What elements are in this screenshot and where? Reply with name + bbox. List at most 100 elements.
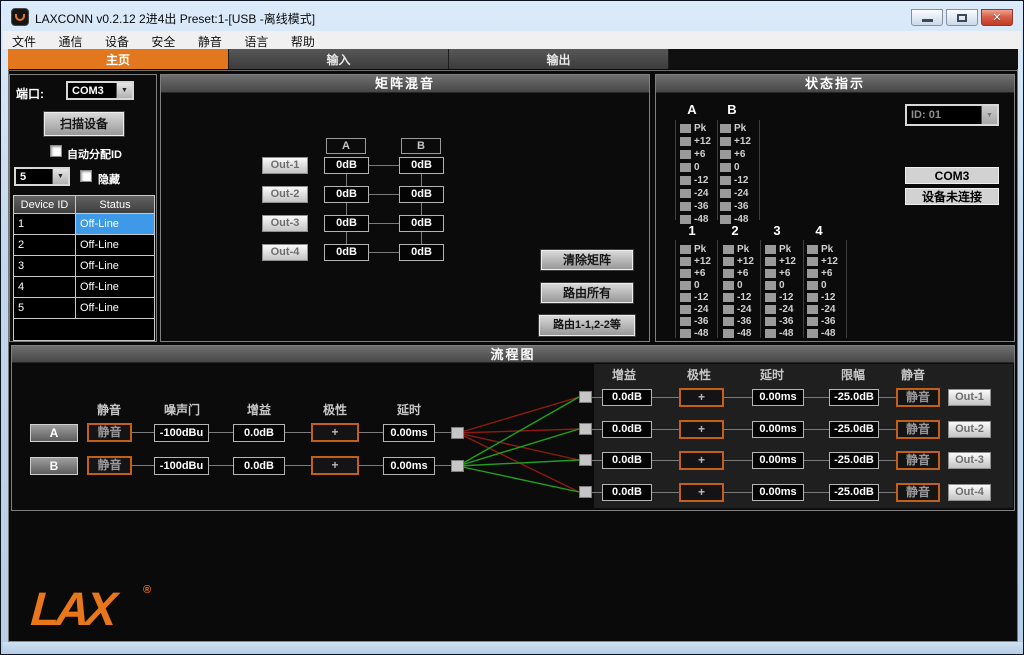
output-2-mute-button[interactable]: 静音 <box>896 420 940 439</box>
output-4-polarity-button[interactable]: + <box>679 483 724 502</box>
matrix-cell-b3[interactable]: 0dB <box>399 215 444 232</box>
output-1-gain-value[interactable]: 0.0dB <box>602 389 652 406</box>
hide-checkbox[interactable] <box>80 170 92 182</box>
matrix-cell-a1[interactable]: 0dB <box>324 157 369 174</box>
output-3-delay-value[interactable]: 0.00ms <box>752 452 804 469</box>
input-a-polarity-button[interactable]: + <box>311 423 359 442</box>
output-1-delay-value[interactable]: 0.00ms <box>752 389 804 406</box>
output-1-button[interactable]: Out-1 <box>948 389 991 406</box>
table-row[interactable]: 4 Off-Line <box>14 277 154 298</box>
tab-input[interactable]: 输入 <box>229 49 449 69</box>
output-4-button[interactable]: Out-4 <box>948 484 991 501</box>
output-2-routing-node[interactable] <box>579 423 592 435</box>
device-id-cell[interactable]: 4 <box>14 277 76 298</box>
table-row[interactable]: 3 Off-Line <box>14 256 154 277</box>
tab-output[interactable]: 输出 <box>449 49 669 69</box>
tab-home[interactable]: 主页 <box>8 49 229 69</box>
output-1-polarity-button[interactable]: + <box>679 388 724 407</box>
minimize-button[interactable] <box>911 9 943 26</box>
matrix-cell-b4[interactable]: 0dB <box>399 244 444 261</box>
matrix-cell-a3[interactable]: 0dB <box>324 215 369 232</box>
input-b-routing-node[interactable] <box>451 460 464 472</box>
status-cell[interactable]: Off-Line <box>76 298 154 319</box>
output-3-polarity-button[interactable]: + <box>679 451 724 470</box>
menu-mute[interactable]: 静音 <box>189 31 231 49</box>
output-4-mute-button[interactable]: 静音 <box>896 483 940 502</box>
menu-language[interactable]: 语言 <box>235 31 277 49</box>
input-a-gain-value[interactable]: 0.0dB <box>233 424 285 442</box>
meter-scale-label: +12 <box>694 255 711 267</box>
output-1-limiter-value[interactable]: -25.0dB <box>829 389 879 406</box>
close-button[interactable]: ✕ <box>981 9 1013 26</box>
com-port-button[interactable]: COM3 <box>905 167 999 184</box>
status-cell[interactable]: Off-Line <box>76 235 154 256</box>
input-a-mute-button[interactable]: 静音 <box>87 423 132 442</box>
input-a-button[interactable]: A <box>30 424 78 442</box>
matrix-row-out4[interactable]: Out-4 <box>262 244 308 261</box>
table-row[interactable]: 5 Off-Line <box>14 298 154 319</box>
output-1-mute-button[interactable]: 静音 <box>896 388 940 407</box>
output-3-limiter-value[interactable]: -25.0dB <box>829 452 879 469</box>
port-select[interactable]: COM3 ▼ <box>66 81 134 100</box>
device-id-cell[interactable]: 1 <box>14 214 76 235</box>
status-panel-title: 状态指示 <box>656 75 1014 93</box>
route-direct-button[interactable]: 路由1-1,2-2等 <box>539 315 635 336</box>
input-b-polarity-button[interactable]: + <box>311 456 359 475</box>
output-2-delay-value[interactable]: 0.00ms <box>752 421 804 438</box>
status-cell[interactable]: Off-Line <box>76 214 154 235</box>
input-b-mute-button[interactable]: 静音 <box>87 456 132 475</box>
input-a-routing-node[interactable] <box>451 427 464 439</box>
input-b-gate-value[interactable]: -100dBu <box>154 457 209 475</box>
output-4-routing-node[interactable] <box>579 486 592 498</box>
output-2-gain-value[interactable]: 0.0dB <box>602 421 652 438</box>
matrix-cell-a2[interactable]: 0dB <box>324 186 369 203</box>
title-bar[interactable]: LAXCONN v0.2.12 2进4出 Preset:1-[USB -离线模式… <box>3 3 1021 31</box>
input-a-delay-value[interactable]: 0.00ms <box>383 424 435 442</box>
output-2-button[interactable]: Out-2 <box>948 421 991 438</box>
status-cell[interactable]: Off-Line <box>76 277 154 298</box>
output-3-gain-value[interactable]: 0.0dB <box>602 452 652 469</box>
device-count-select[interactable]: 5 ▼ <box>14 167 70 186</box>
menu-security[interactable]: 安全 <box>142 31 184 49</box>
clear-matrix-button[interactable]: 清除矩阵 <box>541 250 633 270</box>
table-row[interactable]: 2 Off-Line <box>14 235 154 256</box>
output-4-gain-value[interactable]: 0.0dB <box>602 484 652 501</box>
route-all-button[interactable]: 路由所有 <box>541 283 633 303</box>
device-id-cell[interactable]: 3 <box>14 256 76 277</box>
device-id-select[interactable]: ID: 01 ▼ <box>905 104 999 126</box>
input-a-gate-value[interactable]: -100dBu <box>154 424 209 442</box>
input-b-gain-value[interactable]: 0.0dB <box>233 457 285 475</box>
input-b-button[interactable]: B <box>30 457 78 475</box>
matrix-cell-b2[interactable]: 0dB <box>399 186 444 203</box>
output-2-limiter-value[interactable]: -25.0dB <box>829 421 879 438</box>
table-row[interactable]: 1 Off-Line <box>14 214 154 235</box>
maximize-button[interactable] <box>946 9 978 26</box>
device-id-cell[interactable]: 5 <box>14 298 76 319</box>
meter-scale-label: 0 <box>821 279 827 291</box>
chevron-down-icon[interactable]: ▼ <box>981 106 997 124</box>
output-4-limiter-value[interactable]: -25.0dB <box>829 484 879 501</box>
device-id-cell[interactable]: 2 <box>14 235 76 256</box>
status-cell[interactable]: Off-Line <box>76 256 154 277</box>
matrix-cell-b1[interactable]: 0dB <box>399 157 444 174</box>
menu-file[interactable]: 文件 <box>3 31 45 49</box>
scan-devices-button[interactable]: 扫描设备 <box>44 112 124 136</box>
chevron-down-icon[interactable]: ▼ <box>52 169 68 184</box>
chevron-down-icon[interactable]: ▼ <box>116 83 132 98</box>
output-3-button[interactable]: Out-3 <box>948 452 991 469</box>
connection-status-button[interactable]: 设备未连接 <box>905 188 999 205</box>
matrix-cell-a4[interactable]: 0dB <box>324 244 369 261</box>
matrix-row-out1[interactable]: Out-1 <box>262 157 308 174</box>
input-b-delay-value[interactable]: 0.00ms <box>383 457 435 475</box>
output-2-polarity-button[interactable]: + <box>679 420 724 439</box>
matrix-row-out3[interactable]: Out-3 <box>262 215 308 232</box>
output-1-routing-node[interactable] <box>579 391 592 403</box>
menu-communication[interactable]: 通信 <box>49 31 91 49</box>
output-4-delay-value[interactable]: 0.00ms <box>752 484 804 501</box>
output-3-mute-button[interactable]: 静音 <box>896 451 940 470</box>
menu-help[interactable]: 帮助 <box>282 31 324 49</box>
menu-device[interactable]: 设备 <box>96 31 138 49</box>
matrix-row-out2[interactable]: Out-2 <box>262 186 308 203</box>
output-3-routing-node[interactable] <box>579 454 592 466</box>
auto-assign-id-checkbox[interactable] <box>50 145 62 157</box>
